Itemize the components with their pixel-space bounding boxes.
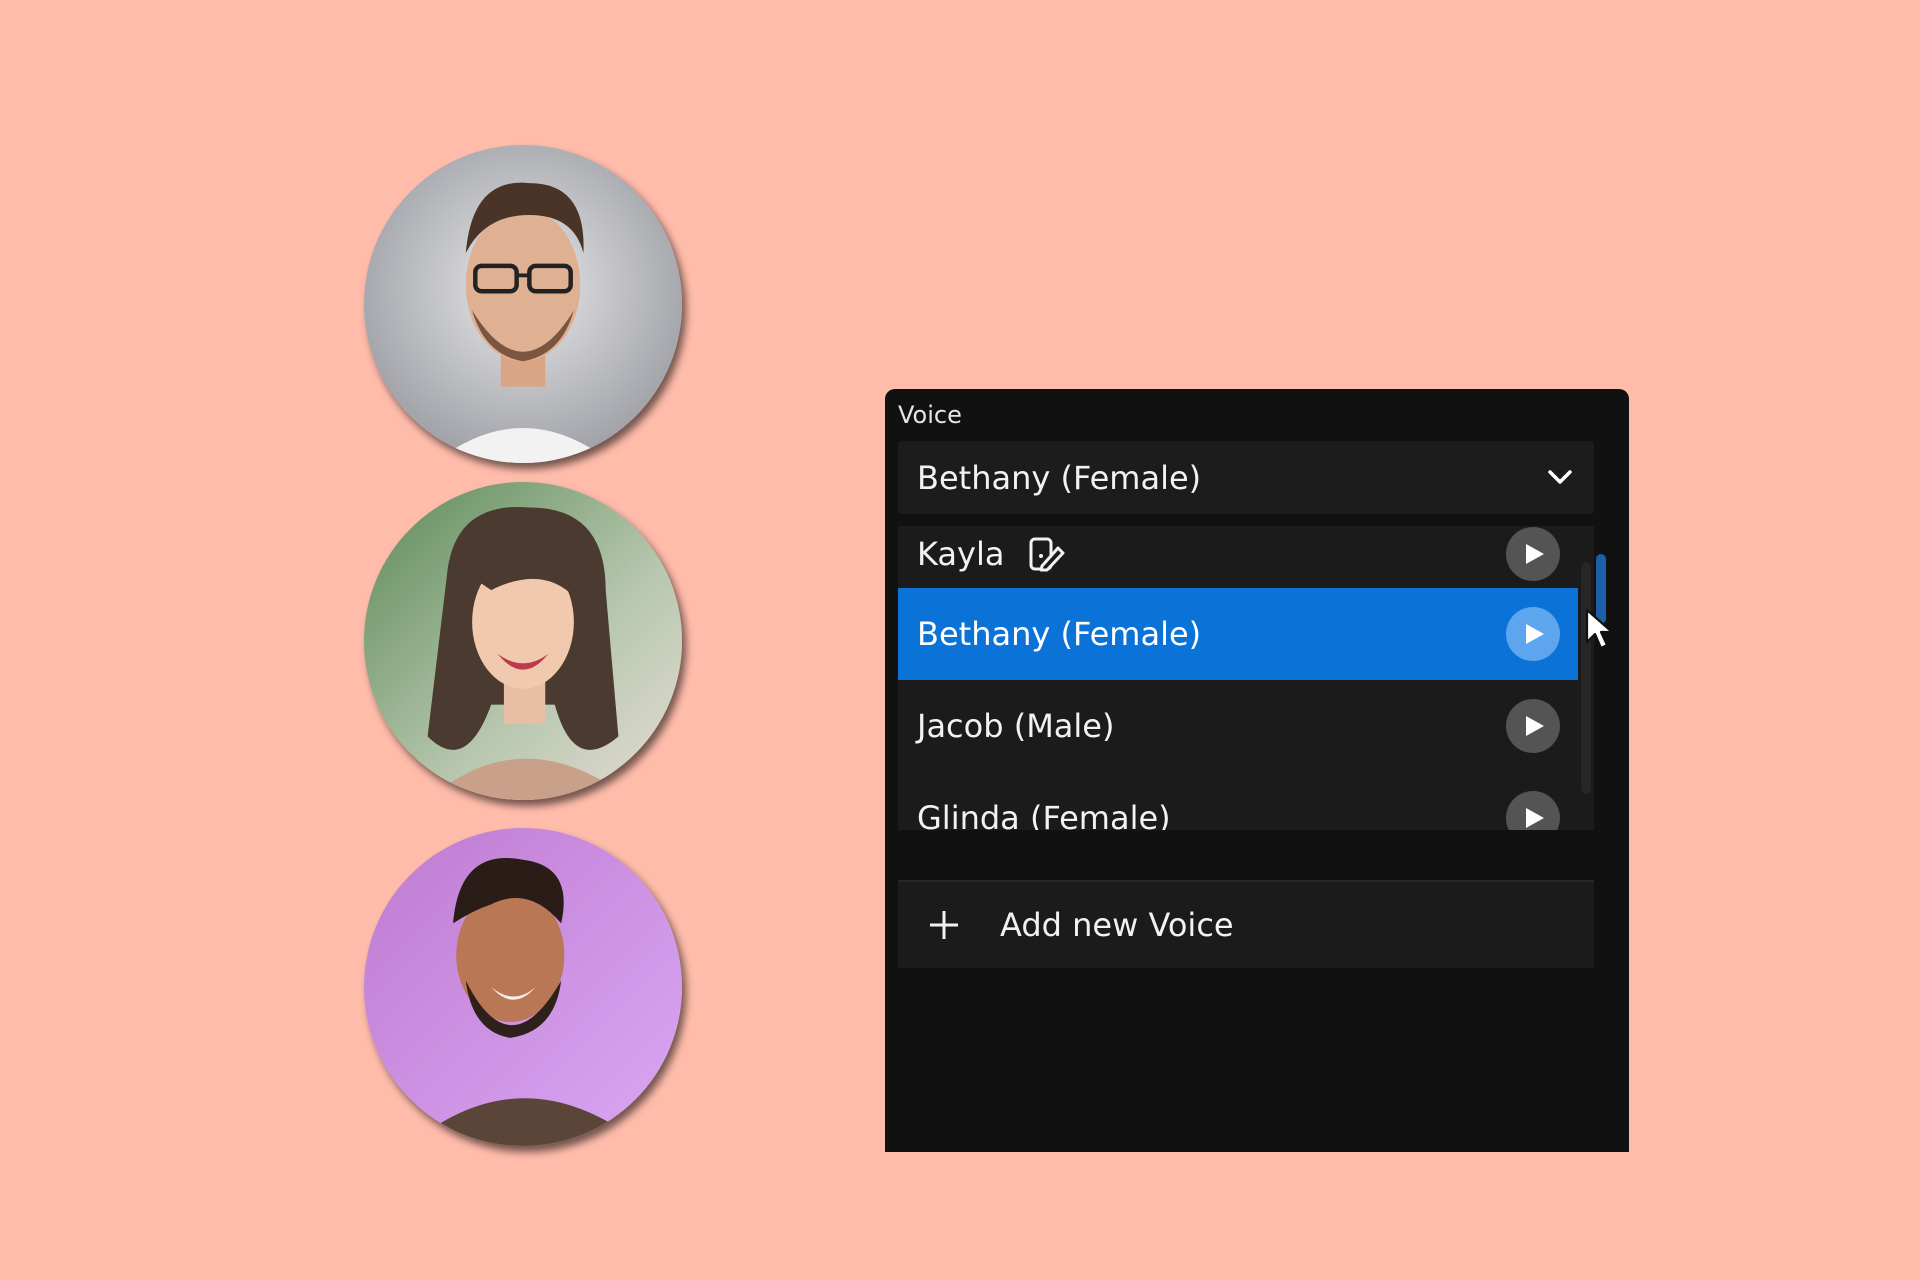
play-preview-button[interactable] [1506,699,1560,753]
voice-dropdown-list: Kayla Bethany (Female) Jacob (Male) Glin… [898,526,1594,830]
voice-option-label: Glinda (Female) [917,799,1171,830]
add-new-voice-label: Add new Voice [1000,906,1234,944]
avatar-woman-smiling [364,482,682,800]
avatar-man-beard [364,828,682,1146]
play-icon [1526,716,1544,736]
mouse-pointer-icon [1585,608,1614,650]
play-icon [1526,544,1544,564]
voice-option-label: Jacob (Male) [917,707,1115,745]
add-new-voice-button[interactable]: Add new Voice [898,880,1594,968]
voice-select-value: Bethany (Female) [917,458,1202,497]
plus-icon [930,911,958,939]
play-preview-button[interactable] [1506,791,1560,830]
play-preview-button[interactable] [1506,607,1560,661]
play-icon [1526,624,1544,644]
voice-option-label: Kayla [917,535,1005,573]
list-scrollbar-track[interactable] [1581,562,1591,794]
edit-voice-icon[interactable] [1028,536,1066,572]
voice-option-bethany[interactable]: Bethany (Female) [898,588,1578,680]
avatar-man-glasses [364,145,682,463]
voice-option-jacob[interactable]: Jacob (Male) [898,680,1578,772]
play-icon [1526,808,1544,828]
chevron-down-icon[interactable] [1546,467,1574,487]
voice-select[interactable]: Bethany (Female) [898,441,1594,514]
voice-option-glinda[interactable]: Glinda (Female) [898,772,1578,830]
voice-panel: Voice Bethany (Female) Kayla Bethany (Fe… [885,389,1629,1152]
voice-label: Voice [898,401,962,429]
play-preview-button[interactable] [1506,527,1560,581]
voice-option-label: Bethany (Female) [917,615,1202,653]
